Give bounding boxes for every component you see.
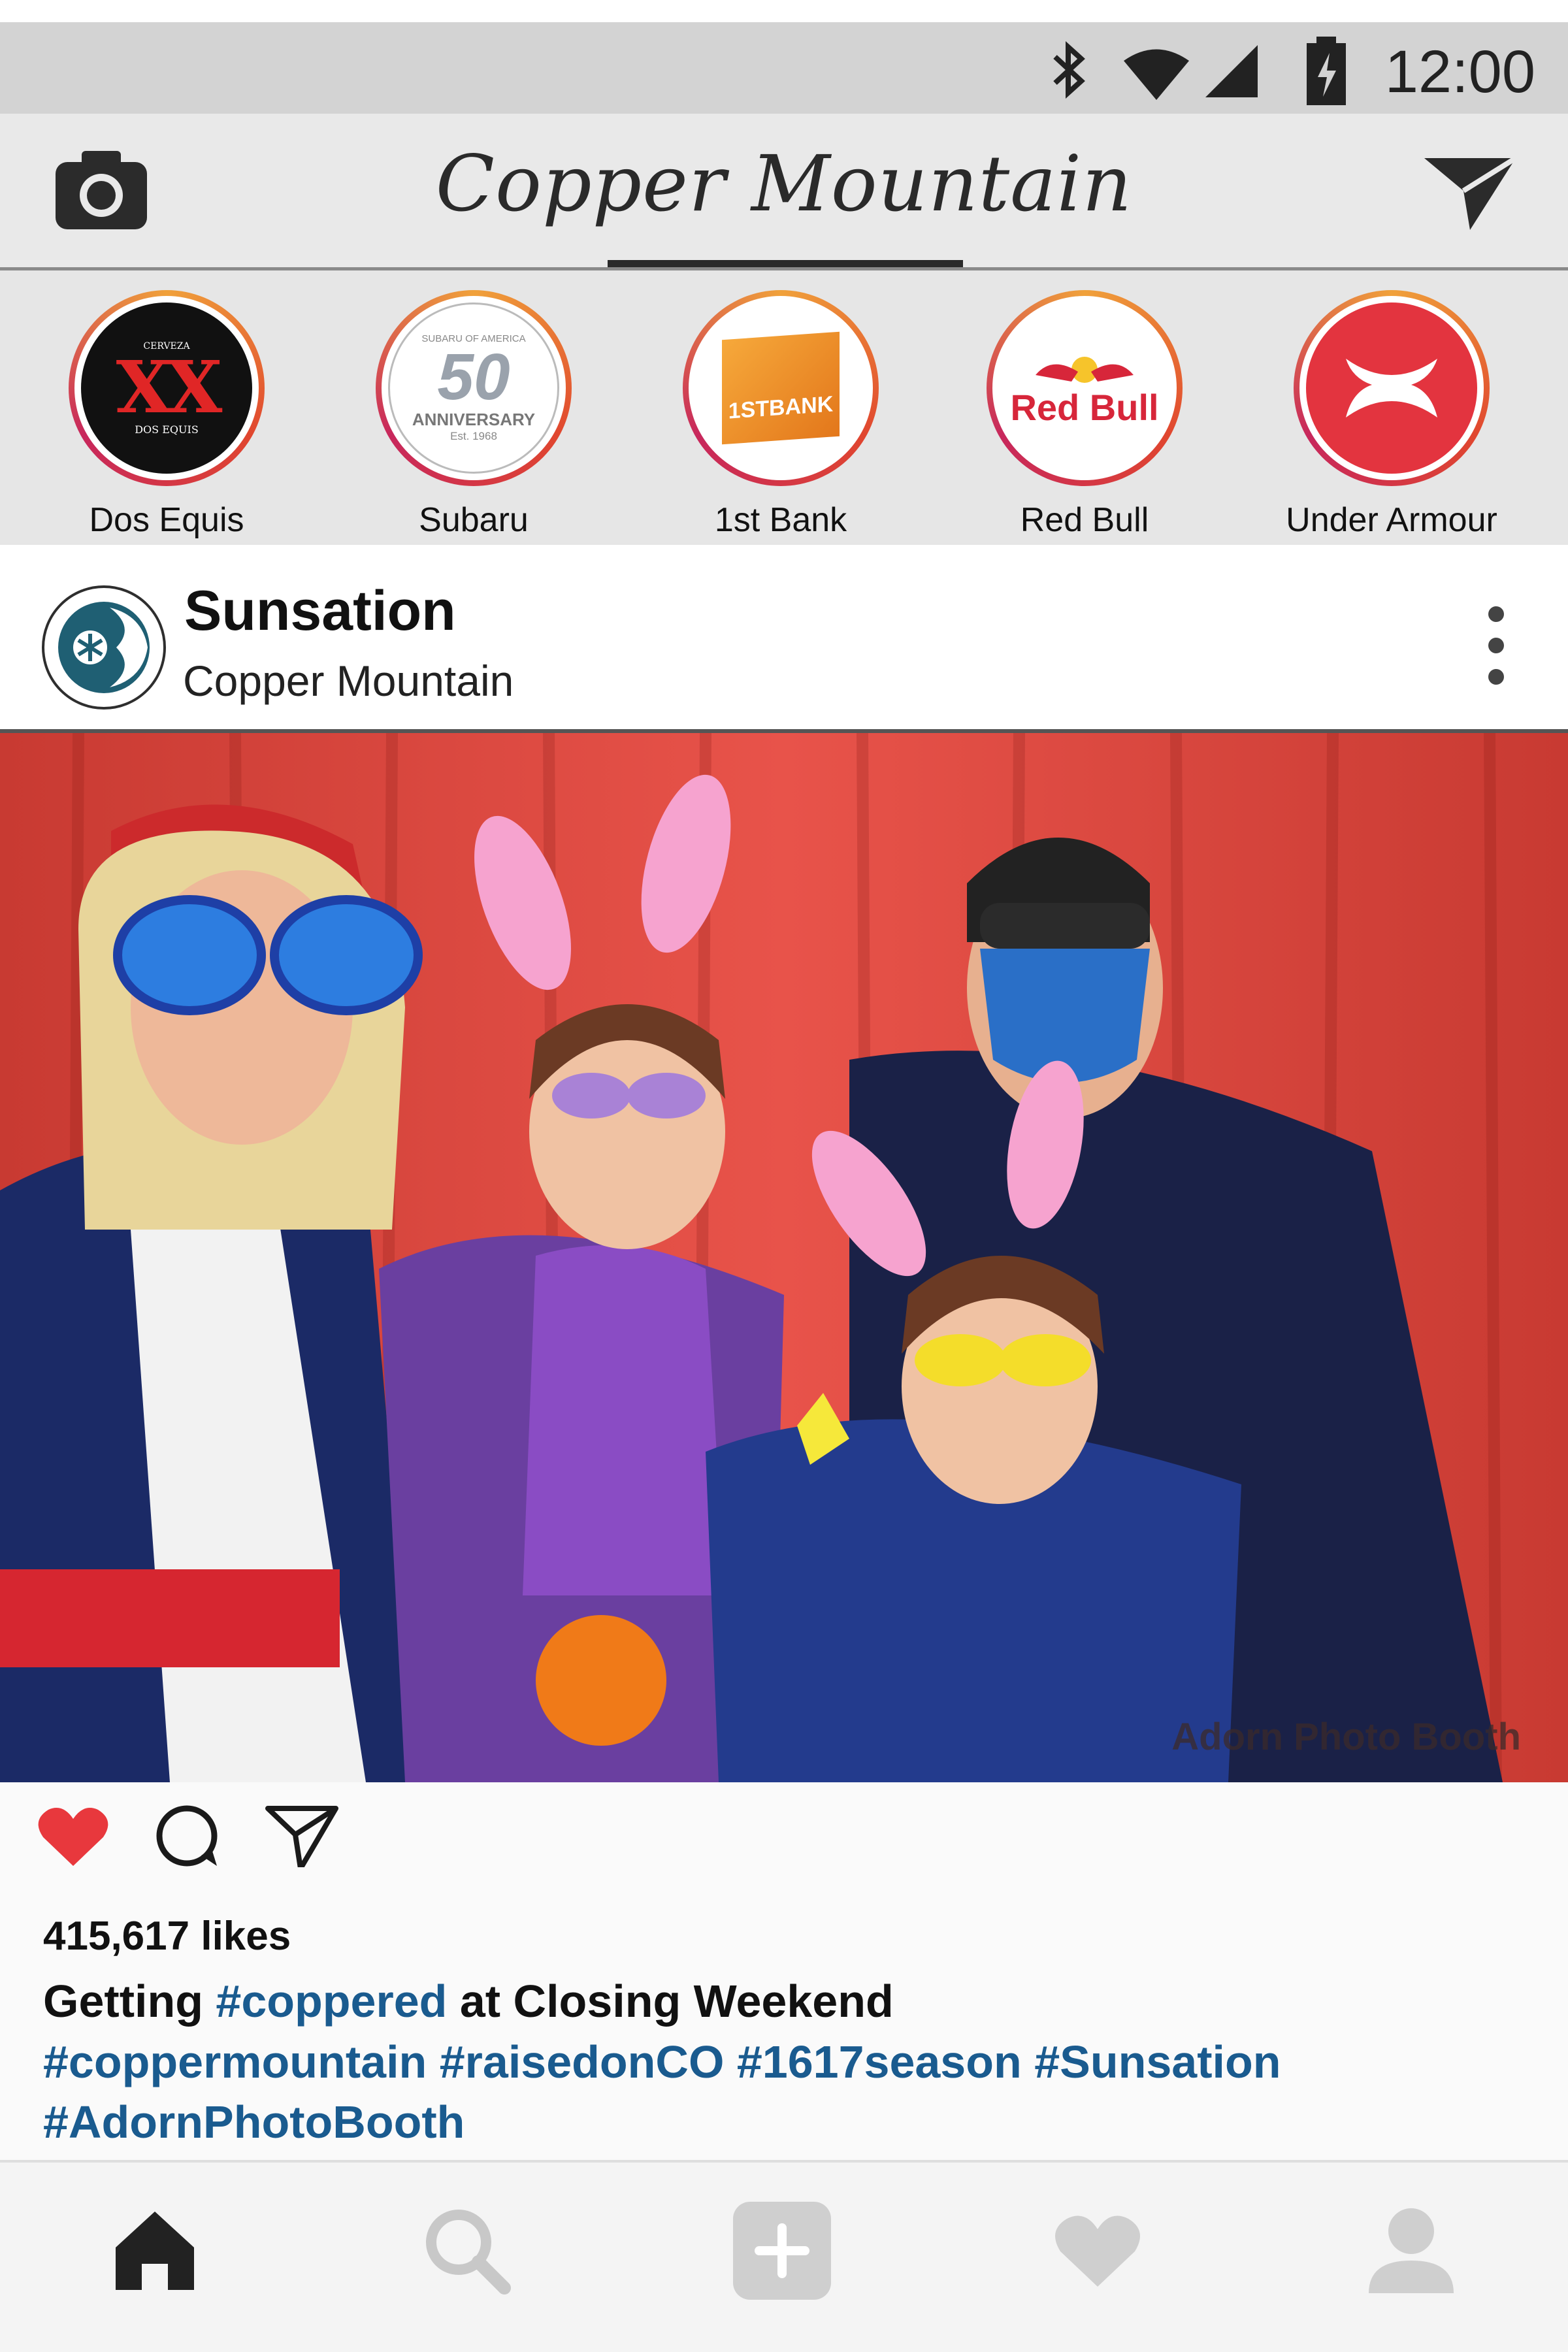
status-clock: 12:00 bbox=[1384, 39, 1535, 105]
post-actions bbox=[0, 1782, 1568, 1871]
post-header: Sunsation Copper Mountain bbox=[0, 545, 1568, 733]
bottom-navigation bbox=[0, 2160, 1568, 2352]
stories-row: CERVEZA XX DOS EQUIS Dos Equis SUBARU OF… bbox=[0, 270, 1568, 545]
post-caption: 415,617 likes Getting #coppered at Closi… bbox=[0, 1867, 1568, 2160]
search-icon[interactable] bbox=[418, 2202, 516, 2300]
bluetooth-icon bbox=[1053, 41, 1085, 99]
signal-icon bbox=[1205, 45, 1258, 97]
likes-count[interactable]: 415,617 likes bbox=[43, 1913, 291, 1959]
comment-icon[interactable] bbox=[149, 1801, 227, 1872]
story-subaru[interactable]: SUBARU OF AMERICA 50 ANNIVERSARY Est. 19… bbox=[336, 290, 611, 540]
1st-bank-logo-text: 1STBANK bbox=[728, 391, 834, 424]
story-label: Dos Equis bbox=[89, 501, 244, 539]
subaru-logo-est: Est. 1968 bbox=[450, 430, 497, 442]
caption-hashtags-2[interactable]: #AdornPhotoBooth bbox=[43, 2096, 465, 2148]
red-bull-logo: Red Bull bbox=[1010, 387, 1159, 428]
story-label: Subaru bbox=[419, 501, 529, 539]
story-label: Red Bull bbox=[1020, 501, 1149, 539]
post-photo[interactable]: Adorn Photo Booth bbox=[0, 733, 1568, 1782]
heart-filled-icon[interactable] bbox=[34, 1801, 112, 1872]
red-bull-bulls-icon bbox=[1036, 357, 1134, 383]
story-label: Under Armour bbox=[1286, 501, 1497, 539]
home-icon[interactable] bbox=[106, 2202, 204, 2300]
status-bar: 12:00 bbox=[0, 22, 1568, 114]
story-under-armour[interactable]: Under Armour bbox=[1254, 290, 1529, 540]
app-header: Copper Mountain bbox=[0, 114, 1568, 270]
share-icon[interactable] bbox=[263, 1801, 341, 1872]
profile-icon[interactable] bbox=[1362, 2202, 1460, 2300]
hashtag-coppered[interactable]: #coppered bbox=[216, 1976, 447, 2027]
app-title: Copper Mountain bbox=[435, 139, 1133, 229]
caption-text: at Closing Weekend bbox=[447, 1976, 894, 2027]
battery-charging-icon bbox=[1307, 37, 1346, 105]
photo-watermark: Adorn Photo Booth bbox=[1171, 1716, 1521, 1758]
dos-equis-logo: XX bbox=[116, 344, 223, 429]
add-post-icon[interactable] bbox=[733, 2202, 831, 2300]
story-ring bbox=[1294, 290, 1490, 486]
story-ring: Red Bull bbox=[987, 290, 1183, 486]
story-1st-bank[interactable]: 1STBANK 1st Bank bbox=[644, 290, 918, 540]
subaru-logo: 50 bbox=[437, 340, 510, 414]
dos-equis-logo-sub: DOS EQUIS bbox=[135, 423, 199, 436]
post-location[interactable]: Copper Mountain bbox=[183, 656, 514, 706]
title-underline bbox=[608, 260, 963, 267]
activity-heart-icon[interactable] bbox=[1049, 2202, 1147, 2300]
story-dos-equis[interactable]: CERVEZA XX DOS EQUIS Dos Equis bbox=[29, 290, 304, 540]
send-icon[interactable] bbox=[1421, 152, 1519, 237]
caption-line-1: Getting #coppered at Closing Weekend bbox=[43, 1975, 894, 2027]
account-avatar[interactable] bbox=[42, 585, 166, 710]
subaru-logo-sub: ANNIVERSARY bbox=[412, 410, 536, 429]
more-options-icon[interactable] bbox=[1483, 601, 1509, 693]
account-name[interactable]: Sunsation bbox=[184, 579, 456, 644]
story-red-bull[interactable]: Red Bull Red Bull bbox=[947, 290, 1222, 540]
story-ring: SUBARU OF AMERICA 50 ANNIVERSARY Est. 19… bbox=[376, 290, 572, 486]
wifi-icon bbox=[1124, 49, 1189, 100]
photo-booth-scene bbox=[0, 733, 1568, 1782]
story-ring: CERVEZA XX DOS EQUIS bbox=[69, 290, 265, 486]
under-armour-logo-icon bbox=[1346, 359, 1437, 417]
story-label: 1st Bank bbox=[714, 501, 847, 539]
caption-text: Getting bbox=[43, 1976, 216, 2027]
sunsation-logo-icon bbox=[58, 602, 150, 693]
story-ring: 1STBANK bbox=[683, 290, 879, 486]
caption-hashtags[interactable]: #coppermountain #raisedonCO #1617season … bbox=[43, 2036, 1281, 2088]
1st-bank-logo: 1STBANK bbox=[722, 331, 840, 445]
